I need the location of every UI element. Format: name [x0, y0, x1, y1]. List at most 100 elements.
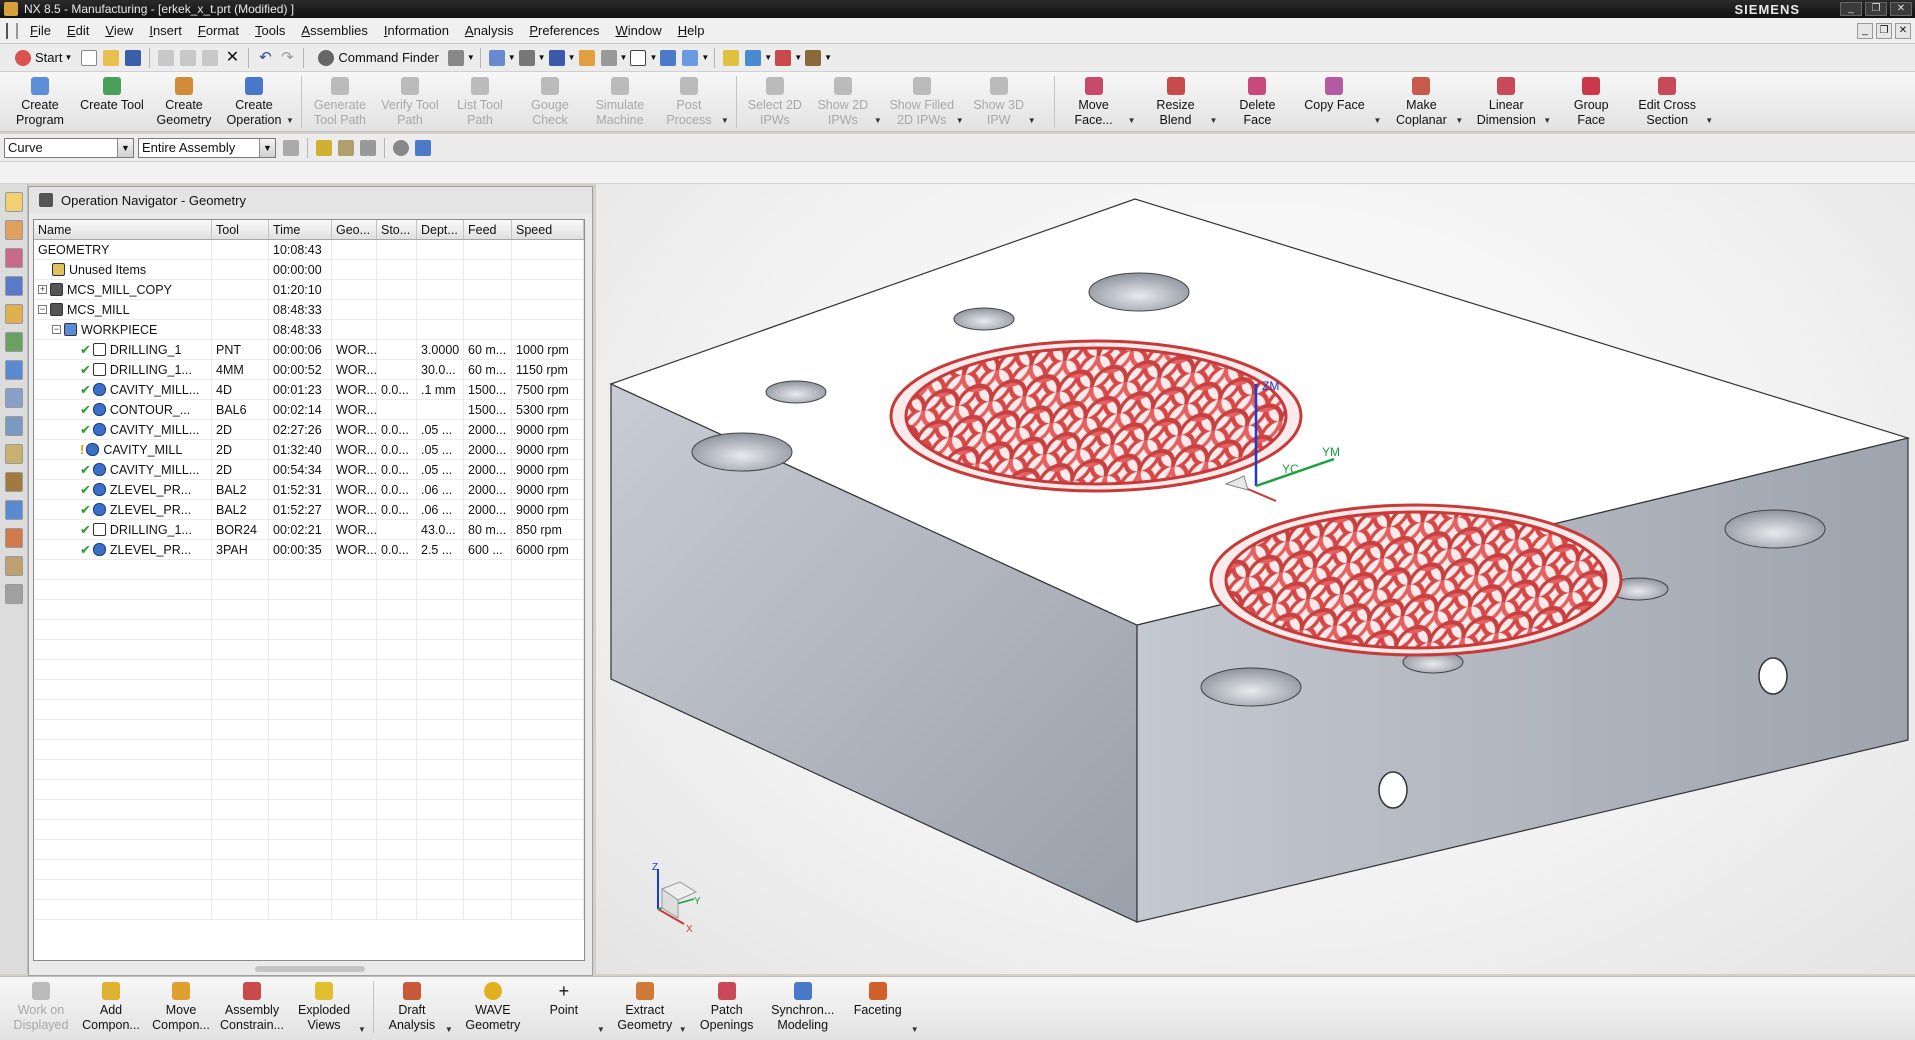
make-coplanar-button[interactable]: Make Coplanar — [1385, 72, 1457, 132]
web-browser-icon[interactable] — [5, 360, 23, 380]
roles-icon[interactable] — [5, 528, 23, 548]
top-hole[interactable] — [691, 432, 793, 472]
column-header-geometry[interactable]: Geo... — [332, 220, 377, 239]
shade-icon[interactable] — [600, 49, 617, 66]
menu-assemblies[interactable]: Assemblies — [293, 23, 375, 38]
column-header-stock[interactable]: Sto... — [377, 220, 417, 239]
snap-point-icon[interactable] — [316, 139, 332, 156]
collapse-icon[interactable]: − — [52, 325, 61, 334]
point-button[interactable]: + Point — [529, 977, 599, 1037]
move-face-dropdown-arrow[interactable]: ▼ — [1128, 116, 1136, 125]
table-row[interactable]: ✔ ZLEVEL_PR... BAL2 01:52:27 WOR... 0.0... .06… — [34, 500, 584, 520]
menu-analysis[interactable]: Analysis — [457, 23, 521, 38]
frame-icon[interactable] — [630, 49, 647, 66]
faceting-button[interactable]: Faceting — [843, 977, 913, 1037]
menu-information[interactable]: Information — [376, 23, 457, 38]
show-filled-dropdown-arrow[interactable]: ▼ — [956, 116, 964, 125]
command-finder-button[interactable]: Command Finder — [315, 49, 439, 66]
pocket-pattern-lower[interactable] — [1209, 503, 1623, 657]
menu-insert[interactable]: Insert — [141, 23, 190, 38]
cut-icon[interactable] — [158, 49, 175, 66]
simulate-machine-button[interactable]: Simulate Machine — [585, 72, 655, 132]
table-row[interactable]: ✔ DRILLING_1... BOR24 00:02:21 WOR... 43.0...… — [34, 520, 584, 540]
delete-icon[interactable]: ✕ — [224, 49, 240, 66]
table-row[interactable]: ✔ CAVITY_MILL... 2D 00:54:34 WOR... 0.0... .05… — [34, 460, 584, 480]
snap-end-icon[interactable] — [338, 139, 354, 156]
menu-format[interactable]: Format — [190, 23, 247, 38]
table-row[interactable]: − WORKPIECE 08:48:33 — [34, 320, 584, 340]
create-operation-button[interactable]: Create Operation — [220, 72, 288, 132]
column-header-tool[interactable]: Tool — [212, 220, 269, 239]
edit-cross-section-button[interactable]: Edit Cross Section — [1627, 72, 1707, 132]
top-hole[interactable] — [1724, 509, 1826, 549]
wave-geometry-button[interactable]: WAVE Geometry — [457, 977, 529, 1037]
pin-icon[interactable] — [39, 193, 53, 207]
render-style-icon[interactable] — [518, 49, 535, 66]
system-scenes-icon[interactable] — [5, 584, 23, 604]
new-file-icon[interactable] — [81, 49, 98, 66]
document-menu-icon[interactable] — [6, 22, 18, 39]
work-on-displayed-button[interactable]: Work on Displayed — [6, 977, 76, 1037]
exploded-views-button[interactable]: Exploded Views — [288, 977, 360, 1037]
layer-icon[interactable] — [578, 49, 595, 66]
menu-edit[interactable]: Edit — [59, 23, 97, 38]
table-row[interactable]: ✔ CAVITY_MILL... 2D 02:27:26 WOR... 0.0... .05… — [34, 420, 584, 440]
list-tool-path-button[interactable]: List Tool Path — [445, 72, 515, 132]
top-hole[interactable] — [1088, 272, 1190, 312]
table-row[interactable]: ✔ CONTOUR_... BAL6 00:02:14 WOR... 1500... 530… — [34, 400, 584, 420]
select-2d-ipws-button[interactable]: Select 2D IPWs — [740, 72, 810, 132]
top-hole[interactable] — [953, 307, 1015, 331]
open-folder-icon[interactable] — [103, 49, 120, 66]
side-hole[interactable] — [1758, 657, 1788, 695]
column-header-feed[interactable]: Feed — [464, 220, 512, 239]
show-hide-icon[interactable] — [393, 139, 409, 156]
synchronous-dropdown-arrow[interactable]: ▼ — [1705, 116, 1713, 125]
group-face-button[interactable]: Group Face — [1555, 72, 1627, 132]
horizontal-scrollbar[interactable] — [33, 963, 585, 975]
measure-icon[interactable] — [775, 49, 792, 66]
menu-window[interactable]: Window — [607, 23, 669, 38]
resize-blend-button[interactable]: Resize Blend — [1140, 72, 1212, 132]
clock-icon[interactable] — [5, 416, 23, 436]
view-icon[interactable] — [488, 49, 505, 66]
create-program-button[interactable]: Create Program — [4, 72, 76, 132]
select-all-icon[interactable] — [415, 139, 431, 156]
feature-navigator-icon[interactable] — [5, 332, 23, 352]
ruler-icon[interactable] — [805, 49, 822, 66]
table-row[interactable]: Unused Items 00:00:00 — [34, 260, 584, 280]
selection-scope-select[interactable]: Entire Assembly ▼ — [138, 137, 276, 158]
column-header-speed[interactable]: Speed — [512, 220, 584, 239]
section-view-icon[interactable] — [682, 49, 699, 66]
extract-geometry-button[interactable]: Extract Geometry — [609, 977, 681, 1037]
menu-tools[interactable]: Tools — [247, 23, 293, 38]
ipw-dropdown-arrow[interactable]: ▼ — [1028, 116, 1036, 125]
column-header-depth[interactable]: Dept... — [417, 220, 464, 239]
make-coplanar-dropdown-arrow[interactable]: ▼ — [1455, 116, 1463, 125]
chevron-down-icon[interactable]: ▼ — [117, 138, 133, 157]
save-icon[interactable] — [125, 49, 142, 66]
draft-analysis-button[interactable]: Draft Analysis — [377, 977, 447, 1037]
undo-icon[interactable]: ↶ — [257, 49, 273, 66]
orient-view-icon[interactable] — [548, 49, 565, 66]
exploded-views-dropdown-arrow[interactable]: ▼ — [358, 1025, 366, 1034]
operations-dropdown-arrow[interactable]: ▼ — [721, 116, 729, 125]
top-hole[interactable] — [1200, 667, 1302, 707]
generate-tool-path-button[interactable]: Generate Tool Path — [305, 72, 375, 132]
menu-preferences[interactable]: Preferences — [521, 23, 607, 38]
process-studio-icon[interactable] — [5, 500, 23, 520]
part-navigator-icon[interactable] — [5, 248, 23, 268]
snap-view-icon[interactable] — [660, 49, 677, 66]
column-header-name[interactable]: Name — [34, 220, 212, 239]
show-2d-ipws-button[interactable]: Show 2D IPWs — [810, 72, 876, 132]
extract-dropdown-arrow[interactable]: ▼ — [679, 1025, 687, 1034]
patch-openings-button[interactable]: Patch Openings — [691, 977, 763, 1037]
orient-icon[interactable] — [745, 49, 762, 66]
create-tool-button[interactable]: Create Tool — [76, 72, 148, 132]
minimize-button[interactable]: _ — [1840, 2, 1862, 16]
show-filled-2d-ipws-button[interactable]: Show Filled 2D IPWs — [886, 72, 958, 132]
filter-reset-icon[interactable] — [283, 139, 299, 156]
add-component-button[interactable]: Add Compon... — [76, 977, 146, 1037]
display-mode-icon[interactable] — [447, 49, 464, 66]
hd3d-tools-icon[interactable] — [5, 472, 23, 492]
assembly-constraints-button[interactable]: Assembly Constrain... — [216, 977, 288, 1037]
